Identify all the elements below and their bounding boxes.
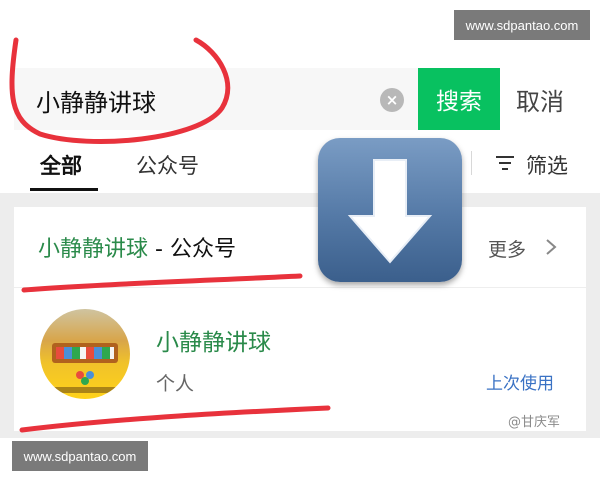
avatar-logo-icon: [76, 371, 94, 385]
tab-official-accounts[interactable]: 公众号: [136, 150, 199, 180]
tab-active-indicator: [30, 188, 98, 191]
chevron-right-icon[interactable]: [544, 239, 558, 255]
tab-all[interactable]: 全部: [40, 150, 82, 180]
filter-button[interactable]: 筛选: [526, 150, 568, 180]
more-link[interactable]: 更多: [488, 235, 526, 262]
search-query-text: 小静静讲球: [36, 89, 156, 117]
cancel-button[interactable]: 取消: [516, 82, 564, 117]
section-title: 小静静讲球 - 公众号: [38, 231, 236, 263]
account-avatar[interactable]: [40, 309, 130, 399]
watermark-bottom: www.sdpantao.com: [12, 441, 148, 471]
card-divider: [14, 287, 586, 288]
author-watermark: @甘庆军: [508, 415, 561, 430]
avatar-caption-shape: [50, 387, 120, 393]
account-type: 个人: [156, 373, 195, 395]
watermark-top: www.sdpantao.com: [454, 10, 590, 40]
down-arrow-icon: [318, 138, 462, 282]
down-arrow-glyph: [347, 159, 433, 264]
search-button[interactable]: 搜索: [418, 68, 500, 130]
account-name[interactable]: 小静静讲球: [156, 323, 271, 357]
search-input[interactable]: 小静静讲球 ×: [14, 68, 418, 130]
filter-icon[interactable]: [496, 155, 514, 171]
section-title-suffix: - 公众号: [148, 237, 236, 262]
last-used-label: 上次使用: [486, 374, 554, 394]
clear-icon[interactable]: ×: [380, 88, 404, 112]
result-card: 小静静讲球 - 公众号 更多 小静静讲球 个人 上次使用: [14, 207, 586, 431]
section-title-keyword: 小静静讲球: [38, 237, 149, 262]
avatar-toys-shape: [56, 347, 114, 359]
tab-divider: [471, 151, 472, 175]
